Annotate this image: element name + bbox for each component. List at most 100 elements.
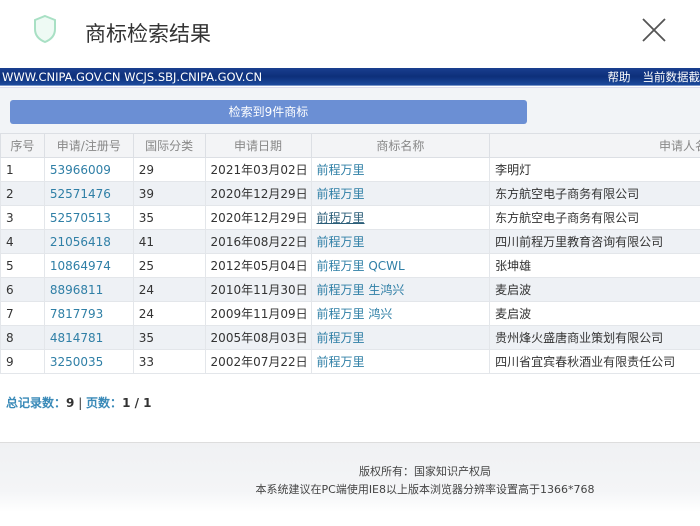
trademark-name-link[interactable]: 前程万里 <box>317 163 365 177</box>
applicant-name: 贵州烽火盛唐商业策划有限公司 <box>495 331 664 345</box>
table-cell: 前程万里 <box>310 349 491 374</box>
registration-number-link[interactable]: 53966009 <box>50 163 111 177</box>
table-cell: 2021年03月02日 <box>204 157 312 182</box>
pages-value: 1 / 1 <box>122 396 152 410</box>
applicant-name: 麦启波 <box>495 307 532 321</box>
table-cell: 33 <box>132 349 206 374</box>
column-header: 申请/注册号 <box>43 133 134 158</box>
copyright-text: 版权所有：国家知识产权局 <box>359 465 491 478</box>
close-icon[interactable] <box>640 16 668 44</box>
row-index: 6 <box>6 282 14 297</box>
registration-number-link[interactable]: 52571476 <box>50 187 111 201</box>
row-index: 9 <box>6 354 14 369</box>
registration-number-link[interactable]: 4814781 <box>50 331 103 345</box>
title-bar: 商标检索结果 <box>0 0 700 68</box>
trademark-name-link[interactable]: 前程万里 QCWL <box>317 259 405 273</box>
table-cell: 前程万里 生鸿兴 <box>310 277 491 302</box>
table-cell: 8 <box>0 325 45 350</box>
column-header: 序号 <box>0 133 45 158</box>
application-date: 2010年11月30日 <box>210 283 308 297</box>
intl-class: 41 <box>138 234 155 249</box>
registration-number-link[interactable]: 10864974 <box>50 259 111 273</box>
row-index: 5 <box>6 258 14 273</box>
table-row: 4 21056418 41 2016年08月22日 前程万里 四川前程万里教育咨询有限公司 <box>0 229 700 254</box>
table-cell: 前程万里 鸿兴 <box>310 301 491 326</box>
applicant-name: 东方航空电子商务有限公司 <box>495 187 640 201</box>
table-cell: 四川省宜宾春秋酒业有限责任公司 <box>489 349 700 374</box>
trademark-name-link[interactable]: 前程万里 <box>317 187 365 201</box>
intl-class: 25 <box>138 258 155 273</box>
row-index: 3 <box>6 210 14 225</box>
table-row: 7 7817793 24 2009年11月09日 前程万里 鸿兴 麦启波 <box>0 301 700 326</box>
table-cell: 前程万里 <box>310 229 491 254</box>
registration-number-link[interactable]: 7817793 <box>50 307 103 321</box>
table-cell: 四川前程万里教育咨询有限公司 <box>489 229 700 254</box>
table-cell: 张坤雄 <box>489 253 700 278</box>
trademark-name-link[interactable]: 前程万里 <box>317 331 365 345</box>
application-date: 2002年07月22日 <box>210 355 308 369</box>
site-header-bar: WWW.CNIPA.GOV.CN WCJS.SBJ.CNIPA.GOV.CN 帮… <box>0 68 700 86</box>
trademark-name-link[interactable]: 前程万里 生鸿兴 <box>317 283 405 297</box>
table-cell: 21056418 <box>43 229 134 254</box>
table-cell: 39 <box>132 181 206 206</box>
shield-icon <box>34 14 56 44</box>
table-cell: 2016年08月22日 <box>204 229 312 254</box>
applicant-name: 张坤雄 <box>495 259 532 273</box>
pagination-summary: 总记录数：9 | 页数：1 / 1 <box>6 394 152 411</box>
table-cell: 35 <box>132 205 206 230</box>
registration-number-link[interactable]: 21056418 <box>50 235 111 249</box>
row-index: 4 <box>6 234 14 249</box>
application-date: 2005年08月03日 <box>210 331 308 345</box>
table-cell: 2020年12月29日 <box>204 205 312 230</box>
trademark-name-link[interactable]: 前程万里 <box>317 355 365 369</box>
intl-class: 24 <box>138 306 155 321</box>
table-cell: 3250035 <box>43 349 134 374</box>
registration-number-link[interactable]: 3250035 <box>50 355 103 369</box>
applicant-name: 四川前程万里教育咨询有限公司 <box>495 235 664 249</box>
intl-class: 29 <box>138 162 155 177</box>
window-title: 商标检索结果 <box>85 22 211 46</box>
row-index: 2 <box>6 186 14 201</box>
pages-label: 页数： <box>86 396 123 410</box>
table-cell: 8896811 <box>43 277 134 302</box>
table-cell: 53966009 <box>43 157 134 182</box>
registration-number-link[interactable]: 8896811 <box>50 283 103 297</box>
intl-class: 24 <box>138 282 155 297</box>
table-cell: 35 <box>132 325 206 350</box>
table-cell: 6 <box>0 277 45 302</box>
applicant-name: 李明灯 <box>495 163 532 177</box>
table-cell: 东方航空电子商务有限公司 <box>489 181 700 206</box>
application-date: 2012年05月04日 <box>210 259 308 273</box>
table-cell: 前程万里 QCWL <box>310 253 491 278</box>
application-date: 2020年12月29日 <box>210 211 308 225</box>
table-cell: 52571476 <box>43 181 134 206</box>
table-cell: 2012年05月04日 <box>204 253 312 278</box>
table-cell: 前程万里 <box>310 181 491 206</box>
table-cell: 4814781 <box>43 325 134 350</box>
table-row: 2 52571476 39 2020年12月29日 前程万里 东方航空电子商务有限公司 <box>0 181 700 206</box>
table-cell: 东方航空电子商务有限公司 <box>489 205 700 230</box>
total-label: 总记录数： <box>6 396 67 410</box>
table-cell: 麦启波 <box>489 301 700 326</box>
table-cell: 41 <box>132 229 206 254</box>
help-link[interactable]: 帮助 <box>608 70 631 84</box>
table-cell: 29 <box>132 157 206 182</box>
table-row: 6 8896811 24 2010年11月30日 前程万里 生鸿兴 麦启波 <box>0 277 700 302</box>
browser-advice-text: 本系统建议在PC端使用IE8以上版本浏览器分辨率设置高于1366*768 <box>255 483 595 496</box>
results-table: 序号申请/注册号国际分类申请日期商标名称申请人名称 15396600929202… <box>0 133 700 374</box>
intl-class: 33 <box>138 354 155 369</box>
result-count-button[interactable]: 检索到9件商标 <box>10 100 527 124</box>
table-cell: 2020年12月29日 <box>204 181 312 206</box>
table-cell: 24 <box>132 301 206 326</box>
column-header: 申请人名称 <box>489 133 700 158</box>
intl-class: 35 <box>138 210 155 225</box>
registration-number-link[interactable]: 52570513 <box>50 211 111 225</box>
separator: | <box>74 396 87 410</box>
current-db-link[interactable]: 当前数据截 <box>643 70 700 84</box>
trademark-name-link[interactable]: 前程万里 <box>317 235 365 249</box>
trademark-name-link[interactable]: 前程万里 <box>317 211 365 225</box>
applicant-name: 四川省宜宾春秋酒业有限责任公司 <box>495 355 676 369</box>
trademark-name-link[interactable]: 前程万里 鸿兴 <box>317 307 393 321</box>
table-cell: 2002年07月22日 <box>204 349 312 374</box>
table-row: 1 53966009 29 2021年03月02日 前程万里 李明灯 <box>0 157 700 182</box>
